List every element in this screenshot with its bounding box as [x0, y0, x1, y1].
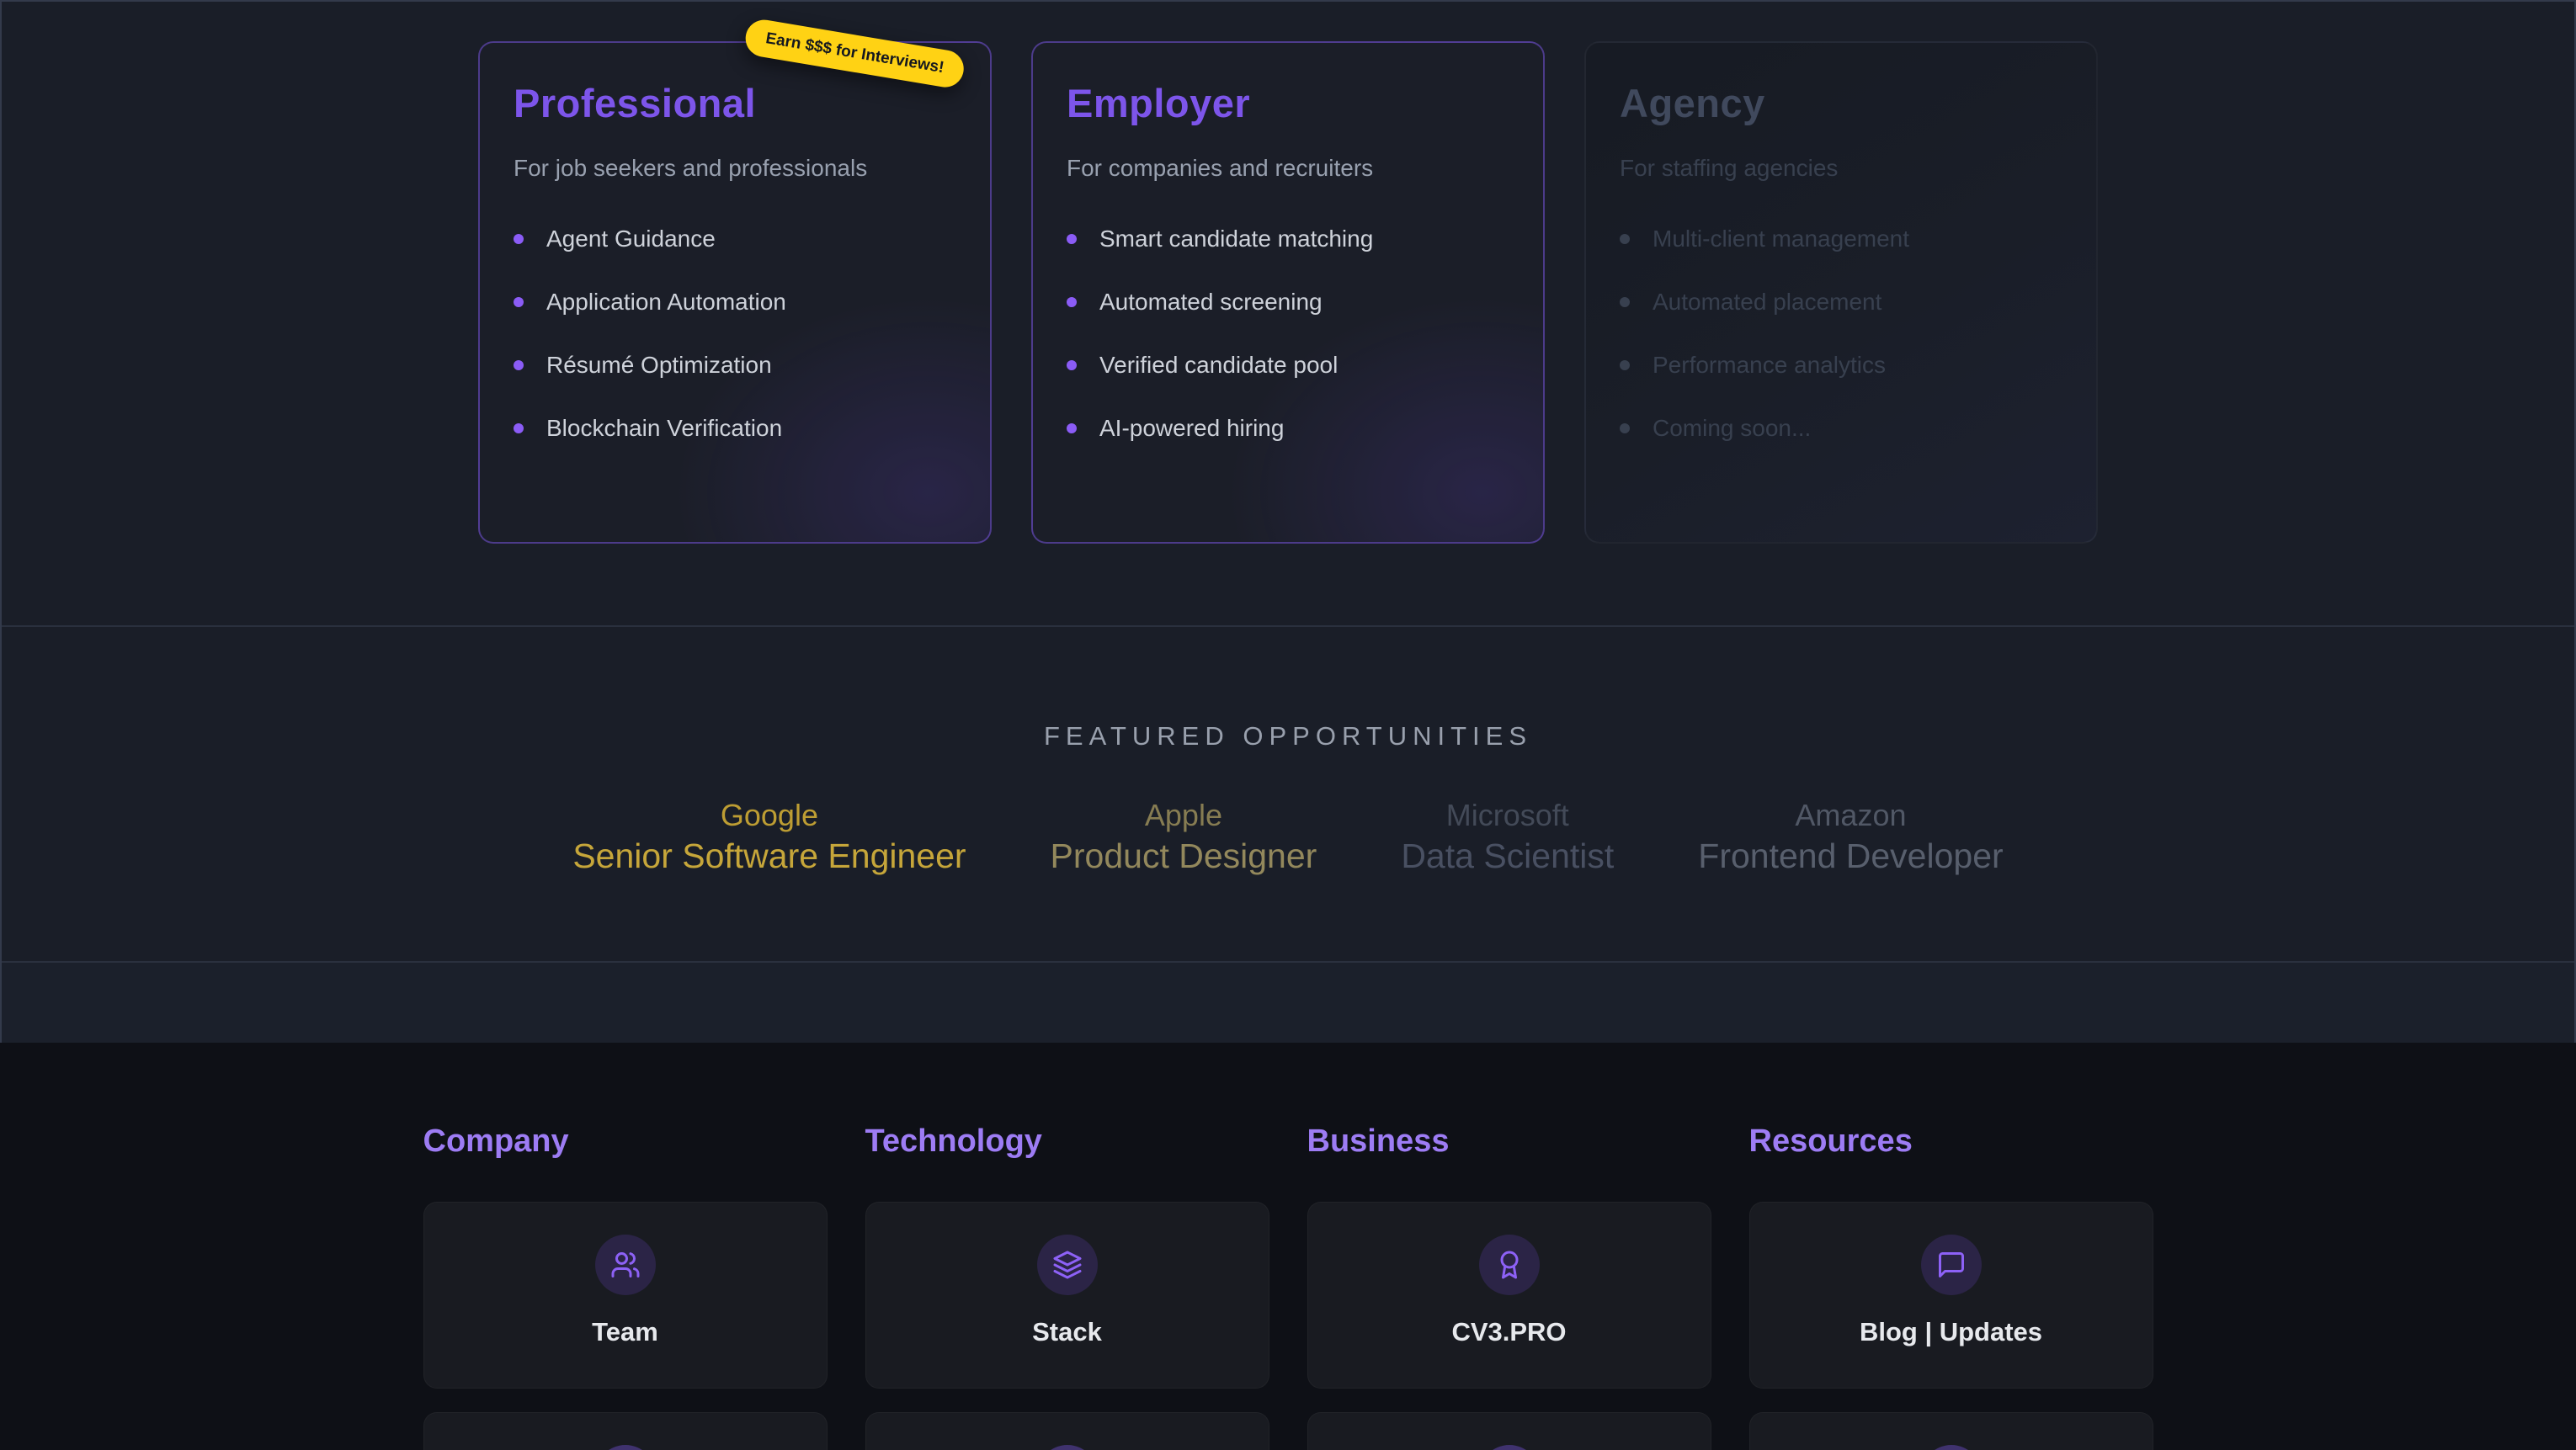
- feature-label: Automated screening: [1099, 289, 1323, 316]
- footer-card-partial[interactable]: [1307, 1412, 1711, 1450]
- footer-card-partial[interactable]: [423, 1412, 828, 1450]
- bullet-dot-icon: [1620, 297, 1630, 307]
- feature-label: Multi-client management: [1653, 226, 1909, 252]
- footer-card-stack[interactable]: Stack: [865, 1202, 1269, 1389]
- footer-heading: Technology: [865, 1123, 1269, 1160]
- bullet-dot-icon: [1620, 234, 1630, 244]
- plan-feature: Automated placement: [1620, 289, 2062, 316]
- footer-card-label: CV3.PRO: [1308, 1317, 1711, 1347]
- footer-card-partial[interactable]: [1749, 1412, 2153, 1450]
- hidden-icon: [1921, 1445, 1982, 1450]
- plan-card-professional[interactable]: Professional For job seekers and profess…: [478, 41, 992, 544]
- plan-title: Employer: [1067, 80, 1509, 126]
- plans-section: Earn $$$ for Interviews! Professional Fo…: [2, 2, 2574, 627]
- footer-grid: Company Team Technology Stack: [423, 1123, 2153, 1450]
- plan-subtitle: For job seekers and professionals: [514, 155, 956, 182]
- job-company: Apple: [1051, 797, 1317, 834]
- featured-job-google[interactable]: Google Senior Software Engineer: [572, 797, 966, 878]
- feature-label: Smart candidate matching: [1099, 226, 1373, 252]
- job-title: Senior Software Engineer: [572, 834, 966, 878]
- plan-feature-list: Multi-client management Automated placem…: [1620, 226, 2062, 442]
- bullet-dot-icon: [1620, 360, 1630, 370]
- feature-label: Coming soon...: [1653, 415, 1811, 442]
- footer-column-company: Company Team: [423, 1123, 828, 1450]
- spacer-band: [2, 963, 2574, 1043]
- plan-title: Professional: [514, 80, 956, 126]
- plan-feature: Automated screening: [1067, 289, 1509, 316]
- hidden-icon: [595, 1445, 656, 1450]
- bullet-dot-icon: [514, 297, 524, 307]
- bullet-dot-icon: [514, 423, 524, 433]
- featured-job-amazon[interactable]: Amazon Frontend Developer: [1698, 797, 2003, 878]
- plan-subtitle: For companies and recruiters: [1067, 155, 1509, 182]
- plan-feature: Résumé Optimization: [514, 352, 956, 379]
- hidden-icon: [1037, 1445, 1098, 1450]
- footer-heading: Resources: [1749, 1123, 2153, 1160]
- job-company: Microsoft: [1401, 797, 1614, 834]
- footer-card-label: Blog | Updates: [1750, 1317, 2153, 1347]
- award-icon: [1479, 1235, 1540, 1295]
- bullet-dot-icon: [1067, 297, 1077, 307]
- plan-feature: AI-powered hiring: [1067, 415, 1509, 442]
- feature-label: Application Automation: [546, 289, 786, 316]
- bullet-dot-icon: [514, 360, 524, 370]
- featured-job-microsoft[interactable]: Microsoft Data Scientist: [1401, 797, 1614, 878]
- footer-card-partial[interactable]: [865, 1412, 1269, 1450]
- landing-page: Earn $$$ for Interviews! Professional Fo…: [0, 0, 2576, 1450]
- bullet-dot-icon: [1067, 360, 1077, 370]
- hidden-icon: [1479, 1445, 1540, 1450]
- featured-job-apple[interactable]: Apple Product Designer: [1051, 797, 1317, 878]
- job-title: Data Scientist: [1401, 834, 1614, 878]
- users-icon: [595, 1235, 656, 1295]
- footer: Company Team Technology Stack: [0, 1043, 2576, 1450]
- feature-label: Verified candidate pool: [1099, 352, 1338, 379]
- feature-label: Résumé Optimization: [546, 352, 772, 379]
- plan-feature: Blockchain Verification: [514, 415, 956, 442]
- feature-label: Agent Guidance: [546, 226, 716, 252]
- speech-bubble-icon: [1921, 1235, 1982, 1295]
- plans-row: Professional For job seekers and profess…: [2, 2, 2574, 544]
- feature-label: Automated placement: [1653, 289, 1881, 316]
- plan-subtitle: For staffing agencies: [1620, 155, 2062, 182]
- footer-heading: Company: [423, 1123, 828, 1160]
- featured-heading: FEATURED OPPORTUNITIES: [2, 627, 2574, 752]
- bullet-dot-icon: [1620, 423, 1630, 433]
- plan-card-employer[interactable]: Employer For companies and recruiters Sm…: [1031, 41, 1545, 544]
- plan-feature: Coming soon...: [1620, 415, 2062, 442]
- upper-sections: Earn $$$ for Interviews! Professional Fo…: [0, 0, 2576, 1043]
- plan-feature: Multi-client management: [1620, 226, 2062, 252]
- plan-card-agency: Agency For staffing agencies Multi-clien…: [1584, 41, 2098, 544]
- footer-heading: Business: [1307, 1123, 1711, 1160]
- bullet-dot-icon: [514, 234, 524, 244]
- plan-feature-list: Agent Guidance Application Automation Ré…: [514, 226, 956, 442]
- plan-title: Agency: [1620, 80, 2062, 126]
- plan-feature: Application Automation: [514, 289, 956, 316]
- plan-feature: Agent Guidance: [514, 226, 956, 252]
- plan-feature: Smart candidate matching: [1067, 226, 1509, 252]
- feature-label: Blockchain Verification: [546, 415, 782, 442]
- job-company: Google: [572, 797, 966, 834]
- featured-row: Google Senior Software Engineer Apple Pr…: [2, 797, 2574, 878]
- footer-column-business: Business CV3.PRO: [1307, 1123, 1711, 1450]
- featured-section: FEATURED OPPORTUNITIES Google Senior Sof…: [2, 627, 2574, 963]
- plan-feature: Verified candidate pool: [1067, 352, 1509, 379]
- plan-feature: Performance analytics: [1620, 352, 2062, 379]
- bullet-dot-icon: [1067, 234, 1077, 244]
- feature-label: Performance analytics: [1653, 352, 1886, 379]
- footer-card-blog[interactable]: Blog | Updates: [1749, 1202, 2153, 1389]
- bullet-dot-icon: [1067, 423, 1077, 433]
- footer-column-technology: Technology Stack: [865, 1123, 1269, 1450]
- footer-card-label: Team: [424, 1317, 827, 1347]
- footer-card-cv3pro[interactable]: CV3.PRO: [1307, 1202, 1711, 1389]
- footer-card-team[interactable]: Team: [423, 1202, 828, 1389]
- job-title: Product Designer: [1051, 834, 1317, 878]
- footer-column-resources: Resources Blog | Updates: [1749, 1123, 2153, 1450]
- footer-card-label: Stack: [866, 1317, 1269, 1347]
- layers-icon: [1037, 1235, 1098, 1295]
- job-company: Amazon: [1698, 797, 2003, 834]
- job-title: Frontend Developer: [1698, 834, 2003, 878]
- feature-label: AI-powered hiring: [1099, 415, 1284, 442]
- plan-feature-list: Smart candidate matching Automated scree…: [1067, 226, 1509, 442]
